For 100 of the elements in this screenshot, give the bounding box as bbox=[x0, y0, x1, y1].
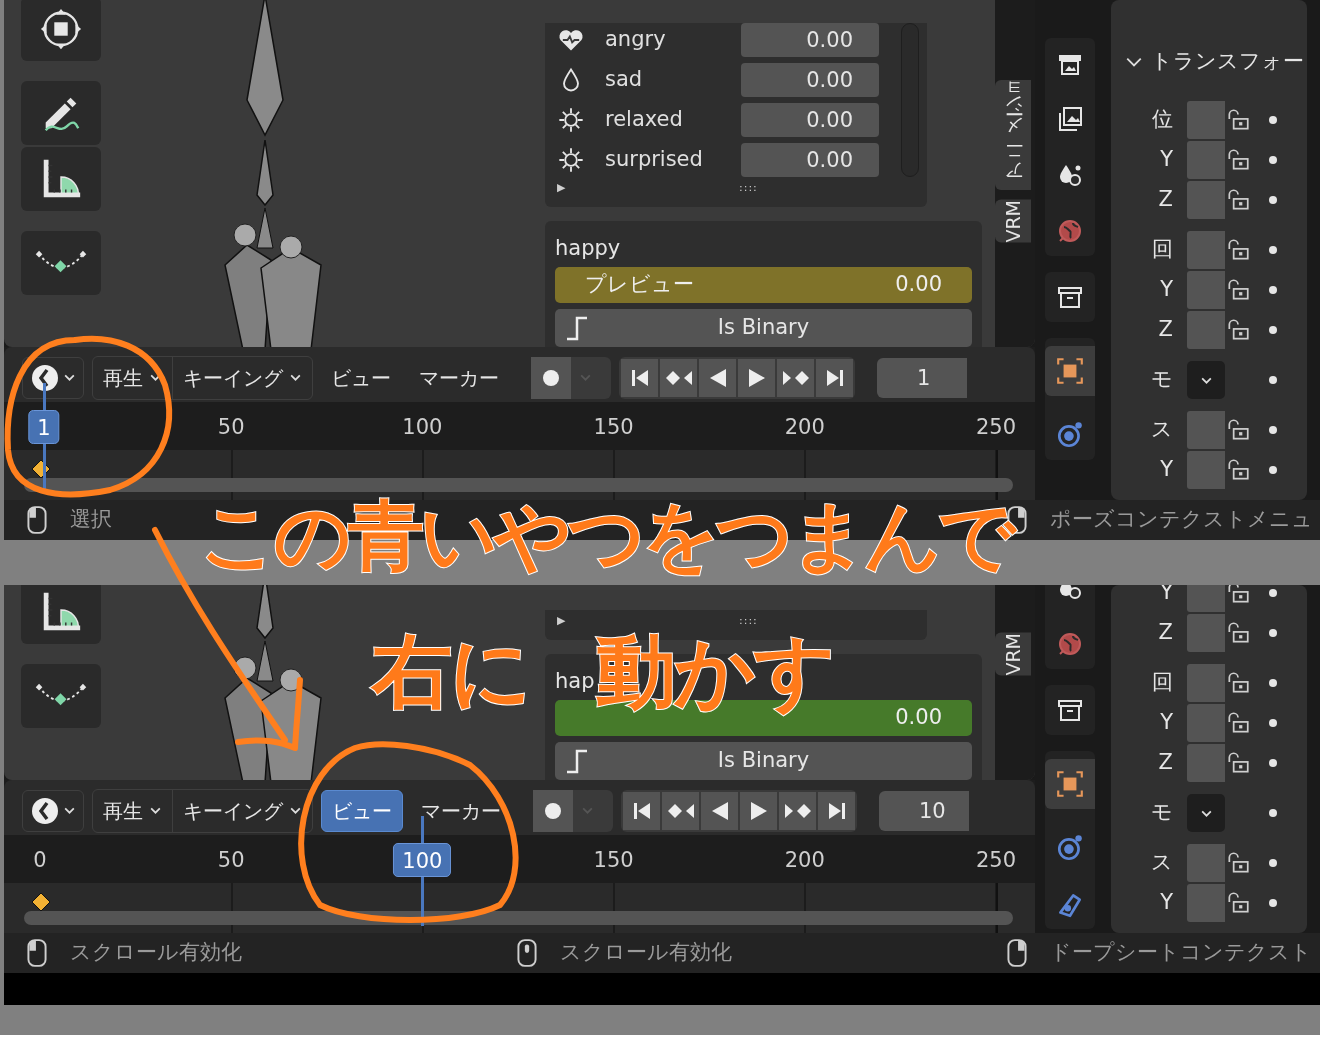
value-field[interactable] bbox=[1187, 704, 1225, 742]
value-field[interactable] bbox=[1187, 231, 1225, 269]
value-field[interactable] bbox=[1187, 101, 1225, 139]
unlock-icon[interactable] bbox=[1225, 750, 1251, 776]
unlock-icon[interactable] bbox=[1225, 585, 1251, 606]
value-field[interactable]: 0.00 bbox=[741, 23, 879, 57]
value-field[interactable] bbox=[1187, 744, 1225, 782]
tool-button[interactable] bbox=[21, 0, 101, 61]
editor-type-button[interactable] bbox=[22, 356, 84, 399]
value-field[interactable] bbox=[1187, 844, 1225, 882]
menu-button[interactable]: 再生 bbox=[93, 789, 173, 832]
unlock-icon[interactable] bbox=[1225, 107, 1251, 133]
value-field[interactable] bbox=[1187, 411, 1225, 449]
tool-button[interactable] bbox=[21, 81, 101, 145]
tool-button[interactable] bbox=[21, 664, 101, 728]
shape-key-title: hap bbox=[555, 668, 596, 694]
resize-grip[interactable]: :::: bbox=[739, 612, 758, 630]
value-field[interactable] bbox=[1187, 585, 1225, 612]
menu-button[interactable]: ビュー bbox=[321, 356, 401, 399]
timeline-scrollbar[interactable] bbox=[24, 478, 1013, 492]
sun-icon bbox=[557, 146, 585, 174]
unlock-icon[interactable] bbox=[1225, 417, 1251, 443]
globe-icon bbox=[1056, 217, 1084, 245]
value-field[interactable] bbox=[1187, 311, 1225, 349]
orbit-icon bbox=[1055, 420, 1085, 450]
shape-key-name[interactable]: angry bbox=[605, 24, 741, 56]
record-button[interactable] bbox=[531, 356, 611, 399]
unlock-icon[interactable] bbox=[1225, 850, 1251, 876]
unlock-icon[interactable] bbox=[1225, 457, 1251, 483]
unlock-icon[interactable] bbox=[1225, 710, 1251, 736]
editor-type-button[interactable] bbox=[22, 789, 84, 832]
frame-number: 50 bbox=[217, 414, 245, 441]
unlock-icon[interactable] bbox=[1225, 147, 1251, 173]
menu-button[interactable]: キーイング bbox=[173, 789, 312, 832]
section-title[interactable]: トランスフォー bbox=[1151, 46, 1304, 78]
tool-button[interactable] bbox=[21, 231, 101, 295]
playback-button[interactable] bbox=[777, 358, 814, 397]
value-field[interactable]: 0.00 bbox=[741, 63, 879, 97]
value-field[interactable] bbox=[1187, 141, 1225, 179]
value-field[interactable] bbox=[1187, 451, 1225, 489]
playback-button[interactable] bbox=[660, 358, 697, 397]
playback-button[interactable] bbox=[701, 791, 738, 830]
tool-button[interactable] bbox=[21, 147, 101, 211]
playback-button[interactable] bbox=[662, 791, 699, 830]
sidebar-tab[interactable]: VRM bbox=[995, 200, 1031, 243]
playback-button[interactable] bbox=[779, 791, 816, 830]
unlock-icon[interactable] bbox=[1225, 187, 1251, 213]
value-field[interactable]: 0.00 bbox=[741, 103, 879, 137]
menu-button[interactable]: マーカー bbox=[409, 356, 509, 399]
frame-field[interactable]: 1 bbox=[877, 357, 967, 398]
playback-button[interactable] bbox=[623, 791, 660, 830]
menu-button[interactable]: 再生 bbox=[93, 356, 173, 399]
playback-button[interactable] bbox=[816, 358, 853, 397]
playhead-handle[interactable]: 100 bbox=[393, 843, 452, 877]
menu-button[interactable]: ビュー bbox=[321, 789, 403, 832]
expand-arrow[interactable]: ▶ bbox=[557, 179, 739, 197]
shape-key-name[interactable]: sad bbox=[605, 64, 741, 96]
frame-field[interactable]: 10 bbox=[879, 790, 969, 831]
menu-button[interactable]: マーカー bbox=[411, 789, 511, 832]
expand-arrow[interactable]: ▶ bbox=[557, 612, 739, 630]
record-button[interactable] bbox=[533, 789, 613, 832]
resize-grip[interactable]: :::: bbox=[739, 179, 758, 197]
scrollbar[interactable] bbox=[901, 23, 919, 177]
frame-number: 50 bbox=[217, 847, 245, 874]
frame-number: 200 bbox=[784, 414, 825, 441]
menu-button[interactable]: キーイング bbox=[173, 356, 312, 399]
row-label: Z bbox=[1157, 749, 1174, 777]
row-label: Y bbox=[1159, 709, 1174, 737]
is-binary-toggle[interactable]: Is Binary bbox=[555, 742, 972, 780]
value-field[interactable] bbox=[1187, 271, 1225, 309]
timeline-scrollbar[interactable] bbox=[24, 911, 1013, 925]
row-label: 回 bbox=[1151, 669, 1174, 697]
status-text: スクロール有効化 bbox=[560, 939, 732, 967]
unlock-icon[interactable] bbox=[1225, 670, 1251, 696]
preview-slider[interactable]: プレビュー 0.00 bbox=[555, 267, 972, 303]
sidebar-tab[interactable]: アニメーショ bbox=[995, 80, 1031, 191]
playback-button[interactable] bbox=[818, 791, 855, 830]
unlock-icon[interactable] bbox=[1225, 277, 1251, 303]
unlock-icon[interactable] bbox=[1225, 620, 1251, 646]
is-binary-toggle[interactable]: Is Binary bbox=[555, 309, 972, 347]
shape-key-name[interactable]: relaxed bbox=[605, 104, 741, 136]
value-field[interactable] bbox=[1187, 181, 1225, 219]
playback-button[interactable] bbox=[740, 791, 777, 830]
playback-button[interactable] bbox=[738, 358, 775, 397]
tool-button[interactable] bbox=[21, 585, 101, 644]
value-field[interactable] bbox=[1187, 884, 1225, 922]
playhead-handle[interactable]: 1 bbox=[28, 410, 60, 444]
frame-number: 0 bbox=[33, 847, 47, 874]
value-field[interactable]: 0.00 bbox=[741, 143, 879, 177]
playback-button[interactable] bbox=[699, 358, 736, 397]
value-field[interactable] bbox=[1187, 664, 1225, 702]
playback-button[interactable] bbox=[621, 358, 658, 397]
shape-key-name[interactable]: surprised bbox=[605, 144, 741, 176]
unlock-icon[interactable] bbox=[1225, 317, 1251, 343]
unlock-icon[interactable] bbox=[1225, 890, 1251, 916]
unlock-icon[interactable] bbox=[1225, 237, 1251, 263]
sidebar-tab[interactable]: VRM bbox=[995, 633, 1031, 676]
value-field[interactable] bbox=[1187, 614, 1225, 652]
row-label: モ bbox=[1150, 799, 1174, 827]
row-label: Y bbox=[1159, 146, 1174, 174]
